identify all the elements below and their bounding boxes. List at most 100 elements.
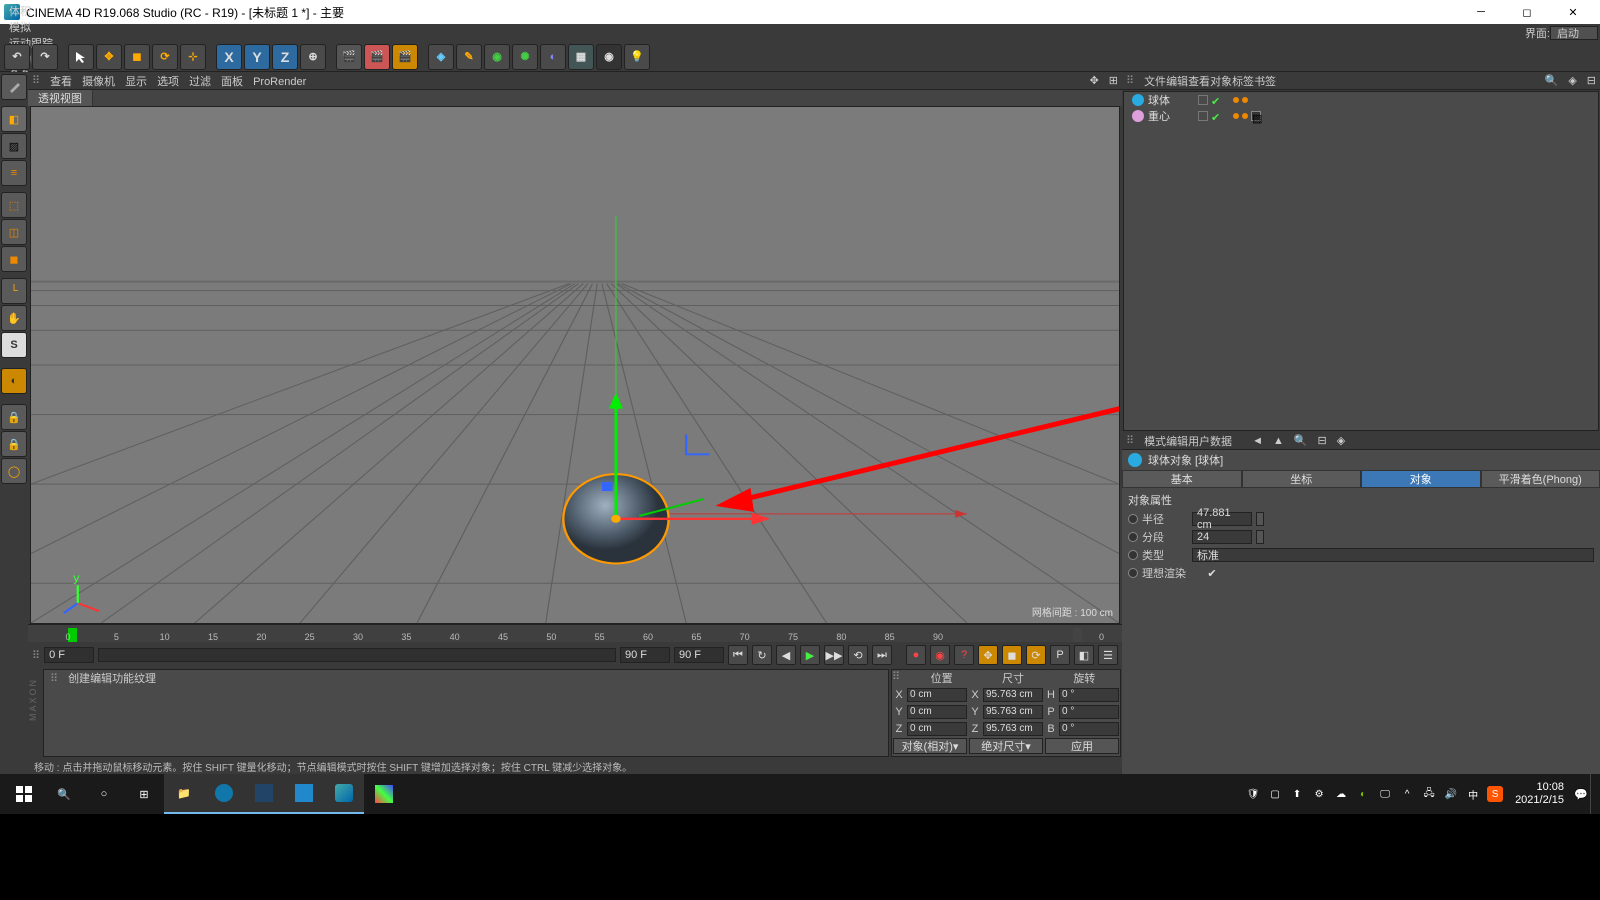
objmenu-编辑[interactable]: 编辑 — [1166, 76, 1188, 88]
search-button[interactable]: 🔍 — [44, 774, 84, 814]
om-search-icon[interactable]: 🔍 — [1545, 74, 1559, 87]
model-mode[interactable]: ◧ — [1, 106, 27, 132]
objmenu-标签[interactable]: 标签 — [1232, 76, 1254, 88]
next-frame[interactable]: ▶▶ — [824, 645, 844, 665]
locked-3[interactable]: ◯ — [1, 458, 27, 484]
attr-up-icon[interactable]: ▲ — [1273, 435, 1284, 447]
seg-anim[interactable] — [1128, 532, 1138, 542]
tray-shield-icon[interactable]: 🛡 — [1245, 786, 1261, 802]
layout-selector[interactable]: 启动 — [1550, 26, 1598, 40]
vpmenu-面板[interactable]: 面板 — [221, 76, 243, 88]
make-editable[interactable] — [1, 74, 27, 100]
matmenu-功能[interactable]: 功能 — [112, 673, 134, 685]
app3-taskbtn[interactable] — [244, 774, 284, 814]
type-dropdown[interactable]: 标准 — [1192, 548, 1594, 562]
polygon-mode[interactable]: ◼ — [1, 246, 27, 272]
move-tool[interactable]: ✥ — [96, 44, 122, 70]
vpmenu-摄像机[interactable]: 摄像机 — [82, 76, 115, 88]
key-param[interactable]: P — [1050, 645, 1070, 665]
frame-range-end[interactable]: 90 F — [620, 647, 670, 663]
seg-spinner[interactable] — [1256, 530, 1264, 544]
tray-up-icon[interactable]: ^ — [1399, 786, 1415, 802]
y-axis-lock[interactable]: Y — [244, 44, 270, 70]
vpmenu-ProRender[interactable]: ProRender — [253, 76, 306, 88]
attr-tab-3[interactable]: 平滑着色(Phong) — [1481, 470, 1600, 488]
objmenu-查看[interactable]: 查看 — [1188, 76, 1210, 88]
objmenu-书签[interactable]: 书签 — [1254, 76, 1276, 88]
matmenu-编辑[interactable]: 编辑 — [90, 673, 112, 685]
rot-field[interactable]: 0 ° — [1059, 705, 1119, 719]
show-desktop[interactable] — [1590, 774, 1596, 814]
vis-editor-flag[interactable]: ✔ — [1211, 95, 1221, 105]
key-pos[interactable]: ✥ — [978, 645, 998, 665]
close-button[interactable]: ✕ — [1550, 0, 1596, 24]
material-manager[interactable]: ⠿ 创建编辑功能纹理 — [43, 669, 889, 757]
x-axis-lock[interactable]: X — [216, 44, 242, 70]
viewport-3d[interactable]: y — [30, 106, 1120, 624]
start-button[interactable] — [4, 774, 44, 814]
edge-mode[interactable]: ◫ — [1, 219, 27, 245]
key-rot[interactable]: ⟳ — [1026, 645, 1046, 665]
attr-tab-1[interactable]: 坐标 — [1242, 470, 1362, 488]
goto-start[interactable]: ⏮ — [728, 645, 748, 665]
attrmenu-编辑[interactable]: 编辑 — [1166, 436, 1188, 448]
loop-button[interactable]: ↻ — [752, 645, 772, 665]
coord-apply[interactable]: 应用 — [1045, 738, 1119, 754]
menu-模拟[interactable]: 模拟 — [2, 19, 60, 35]
attr-new-icon[interactable]: ◈ — [1337, 434, 1345, 447]
axis-mode[interactable]: └ — [1, 278, 27, 304]
tag-flag[interactable]: ▨ — [1251, 111, 1261, 121]
vp-icon-2[interactable]: ⊞ — [1109, 74, 1118, 87]
object-manager[interactable]: 球体 ✔ 重心 ✔ ▨ — [1123, 91, 1599, 431]
autokey[interactable]: ◉ — [930, 645, 950, 665]
frame-start[interactable]: 0 F — [44, 647, 94, 663]
layer-flag[interactable] — [1198, 95, 1208, 105]
pos-field[interactable]: 0 cm — [907, 705, 967, 719]
render-view[interactable]: 🎬 — [336, 44, 362, 70]
notifications-button[interactable]: 💬 — [1572, 774, 1590, 814]
undo-button[interactable]: ↶ — [4, 44, 30, 70]
attr-tab-2[interactable]: 对象 — [1361, 470, 1481, 488]
system-tray[interactable]: 🛡 ▢ ⬆ ⚙ ☁ ◐ 🖵 ^ 🖧 🔊 中 S — [1241, 786, 1507, 802]
snap-button[interactable]: S — [1, 332, 27, 358]
rotate-tool[interactable]: ⟳ — [152, 44, 178, 70]
key-scale[interactable]: ◼ — [1002, 645, 1022, 665]
coord-mode-2[interactable]: 绝对尺寸 ▾ — [969, 738, 1043, 754]
om-view-icon[interactable]: ◈ — [1568, 74, 1576, 87]
matmenu-纹理[interactable]: 纹理 — [134, 673, 156, 685]
key-opts[interactable]: ? — [954, 645, 974, 665]
frame-end[interactable]: 90 F — [674, 647, 724, 663]
timeline-scrub[interactable] — [98, 648, 616, 662]
goto-end[interactable]: ⏭ — [872, 645, 892, 665]
object-row[interactable]: 球体 ✔ — [1124, 92, 1598, 108]
attr-lock-icon[interactable]: ⊟ — [1318, 434, 1327, 447]
scale-tool[interactable]: ◼ — [124, 44, 150, 70]
cortana-button[interactable]: ○ — [84, 774, 124, 814]
tray-usb-icon[interactable]: ⬆ — [1289, 786, 1305, 802]
minimize-button[interactable]: ─ — [1458, 0, 1504, 24]
locked-2[interactable]: 🔒 — [1, 431, 27, 457]
om-filter-icon[interactable]: ⊟ — [1587, 74, 1596, 87]
type-anim[interactable] — [1128, 550, 1138, 560]
render-anim[interactable] — [1128, 568, 1138, 578]
tray-sogou-icon[interactable]: S — [1487, 786, 1503, 802]
size-field[interactable]: 95.763 cm — [983, 722, 1043, 736]
key-menu[interactable]: ☰ — [1098, 645, 1118, 665]
add-light2[interactable]: 💡 — [624, 44, 650, 70]
viewport-solo[interactable]: ◐ — [1, 368, 27, 394]
attrmenu-用户数据[interactable]: 用户数据 — [1188, 436, 1232, 448]
viewport-tab[interactable]: 透视视图 — [28, 90, 93, 106]
vpmenu-显示[interactable]: 显示 — [125, 76, 147, 88]
app2-taskbtn[interactable] — [204, 774, 244, 814]
seg-field[interactable]: 24 — [1192, 530, 1252, 544]
tray-ime-icon[interactable]: 中 — [1465, 786, 1481, 802]
render-settings[interactable]: 🎬 — [392, 44, 418, 70]
z-axis-lock[interactable]: Z — [272, 44, 298, 70]
radius-anim[interactable] — [1128, 514, 1138, 524]
tray-network-icon[interactable]: 🖧 — [1421, 786, 1437, 802]
c4d-taskbtn[interactable] — [324, 774, 364, 814]
vpmenu-查看[interactable]: 查看 — [50, 76, 72, 88]
tray-volume-icon[interactable]: 🔊 — [1443, 786, 1459, 802]
rot-field[interactable]: 0 ° — [1059, 722, 1119, 736]
taskbar-clock[interactable]: 10:08 2021/2/15 — [1507, 781, 1572, 807]
